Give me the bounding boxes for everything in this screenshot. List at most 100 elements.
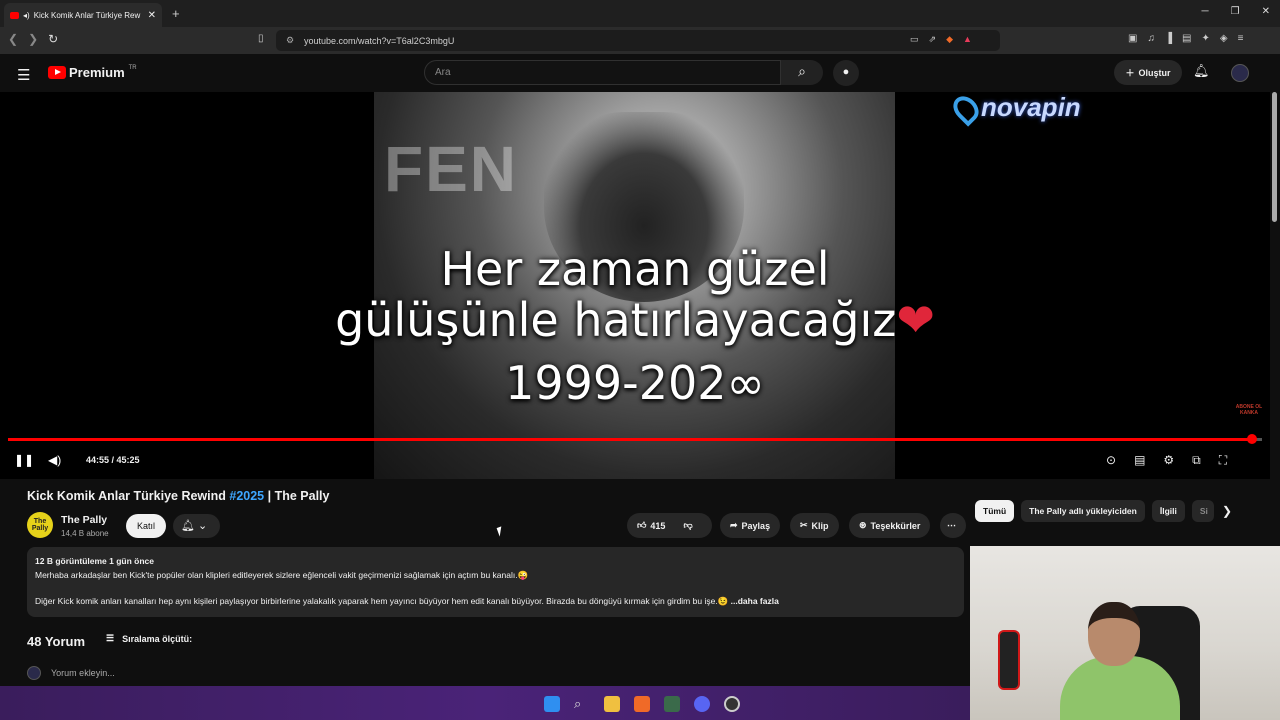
search-button[interactable]: ⌕ [781,60,823,85]
related-chips: Tümü The Pally adlı yükleyiciden İlgili … [975,500,1214,522]
page-scrollbar[interactable] [1272,92,1277,222]
photo-background-text: FEN [384,133,518,205]
reload-icon[interactable]: ↻ [48,32,58,46]
volume-icon[interactable]: ◀) [48,453,61,467]
video-player[interactable]: FEN novapin Her zaman güzel gülüşünle ha… [0,92,1270,479]
taskbar-icons: ⌕ [544,696,740,712]
description-line-2-wrap: Diğer Kick komik anları kanalları hep ay… [35,595,956,609]
chip-from-uploader[interactable]: The Pally adlı yükleyiciden [1021,500,1145,522]
cast-icon[interactable]: ▭ [910,34,919,45]
voice-search-button[interactable]: ● [833,60,859,86]
speaker-icon[interactable]: ◂) [23,11,30,20]
like-dislike-group: 👍︎ 415 👎︎ [627,513,712,538]
create-button[interactable]: ＋ Oluştur [1114,60,1182,85]
browser-tab[interactable]: ◂) Kick Komik Anlar Türkiye Rew ✕ [4,3,162,27]
sort-icon: ☰ [106,633,115,643]
window-controls: ─ ❐ ✕ [1202,6,1270,17]
notifications-bell-icon[interactable]: 🔔︎ [1193,63,1210,79]
subscription-bell-button[interactable]: 🔔︎ ⌄ [173,514,220,538]
subtitles-icon[interactable]: ▤ [1134,453,1145,468]
channel-avatar[interactable]: The Pally [27,512,53,538]
title-text: Kick Komik Anlar Türkiye Rewind [27,489,230,503]
file-explorer-icon[interactable] [604,696,620,712]
join-button[interactable]: Katıl [126,514,166,538]
description-line-1: Merhaba arkadaşlar ben Kick'te popüler o… [35,569,529,580]
plus-icon: ＋ [1125,68,1135,78]
chip-partial[interactable]: Si [1191,500,1214,522]
webcam-overlay [970,546,1280,720]
abone-ol-kanka-text: ABONE OL KANKA [1235,404,1263,416]
bookmark-icon[interactable]: ▯ [258,33,264,44]
share-label: Paylaş [741,520,771,531]
dislike-icon[interactable]: 👎︎ [683,520,692,531]
url-bar[interactable]: ⚙ youtube.com/watch?v=T6al2C3mbgU [276,30,1000,51]
wallet-icon[interactable]: ▤ [1182,33,1191,44]
windows-taskbar: ⌕ [0,686,970,720]
add-comment-row[interactable]: Yorum ekleyin... [27,666,115,680]
thanks-button[interactable]: ⊛ Teşekkürler [849,513,931,538]
comment-avatar [27,666,41,680]
obs-icon[interactable] [724,696,740,712]
sidebar-icon[interactable]: ▐ [1165,33,1172,44]
brave-shield-icon[interactable]: ◆ [946,34,953,45]
youtube-logo-icon [48,66,66,79]
search-input[interactable]: Ara [424,60,781,85]
sort-comments-button[interactable]: ☰ Sıralama ölçütü: [106,633,192,644]
settings-gear-icon[interactable]: ⚙ [1163,453,1174,468]
thanks-icon: ⊛ [859,520,867,530]
bell-icon: 🔔︎ [181,520,195,532]
chip-related[interactable]: İlgili [1151,500,1185,522]
chip-all[interactable]: Tümü [975,500,1015,522]
forward-icon[interactable]: ❯ [28,32,38,46]
description-line-2: Diğer Kick komik anları kanalları hep ay… [35,596,729,606]
progress-bar[interactable] [8,434,1262,444]
windows-start-icon[interactable] [544,696,560,712]
show-more-link[interactable]: ...daha fazla [731,596,779,606]
chips-next-icon[interactable]: ❯ [1222,504,1232,518]
youtube-favicon-icon [10,11,19,19]
comment-count: 48 Yorum [27,634,86,649]
hashtag-link[interactable]: #2025 [229,489,264,503]
app-icon[interactable] [664,696,680,712]
back-icon[interactable]: ❮ [8,32,18,46]
clip-button[interactable]: ✂ Klip [790,513,839,538]
watermark-text: novapin [981,92,1081,122]
more-actions-button[interactable]: ⋯ [940,513,966,538]
screenshot-icon[interactable]: ▣ [1128,33,1137,44]
fullscreen-icon[interactable]: ⛶ [1219,453,1227,468]
map-pin-icon [948,92,984,127]
view-count-date: 12 B görüntüleme 1 gün önce [35,556,155,566]
youtube-premium-logo[interactable]: Premium TR [48,65,137,80]
add-comment-input[interactable]: Yorum ekleyin... [51,668,115,678]
close-window-icon[interactable]: ✕ [1262,6,1270,17]
description-box[interactable]: 12 B görüntüleme 1 gün önce Merhaba arka… [27,547,964,617]
share-page-icon[interactable]: ⇗ [929,34,937,45]
progress-fill [8,438,1252,441]
autoplay-toggle-icon[interactable]: ⊙ [1106,453,1116,468]
leo-ai-icon[interactable]: ✦ [1202,33,1210,44]
create-label: Oluştur [1138,67,1171,78]
search-icon: ⌕ [798,63,806,79]
scrubber-handle[interactable] [1246,434,1257,444]
minimize-icon[interactable]: ─ [1202,6,1209,17]
hamburger-menu-icon[interactable]: ☰ [17,66,30,84]
site-settings-icon[interactable]: ⚙ [286,35,294,46]
brave-browser-icon[interactable] [634,696,650,712]
search-taskbar-icon[interactable]: ⌕ [574,696,590,712]
sort-label: Sıralama ölçütü: [122,633,193,644]
music-icon[interactable]: ♫ [1147,33,1155,44]
rewards-icon[interactable]: ▲ [963,34,972,45]
vpn-icon[interactable]: ◈ [1220,33,1228,44]
menu-icon[interactable]: ≡ [1238,33,1244,44]
miniplayer-icon[interactable]: ⧉ [1192,453,1201,468]
new-tab-icon[interactable]: + [172,6,180,21]
like-icon[interactable]: 👍︎ [637,520,646,531]
account-avatar[interactable] [1231,64,1249,82]
channel-name[interactable]: The Pally [61,514,107,526]
like-count[interactable]: 415 [650,521,665,531]
pause-icon[interactable]: ❚❚ [14,453,34,467]
close-tab-icon[interactable]: ✕ [148,10,156,21]
discord-icon[interactable] [694,696,710,712]
share-button[interactable]: ➦ Paylaş [720,513,781,538]
restore-icon[interactable]: ❐ [1231,6,1240,17]
